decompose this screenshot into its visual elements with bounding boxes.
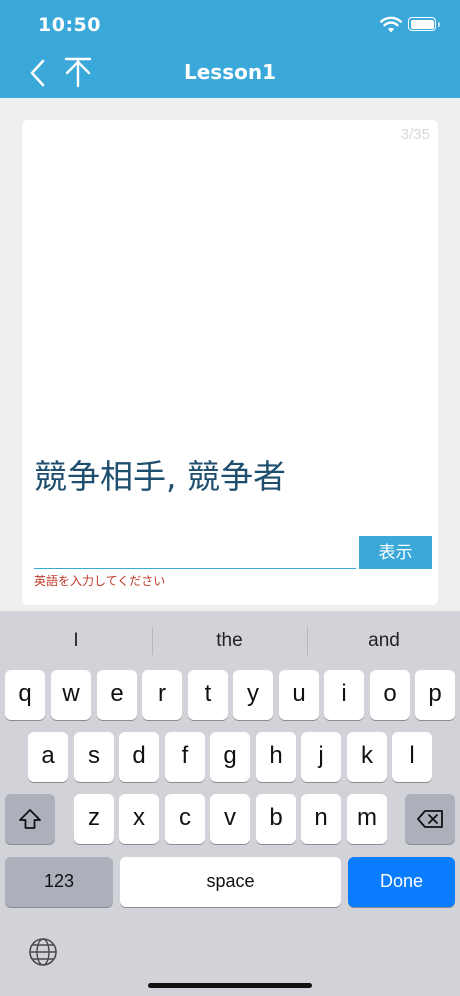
battery-icon — [408, 17, 440, 31]
wifi-icon — [380, 16, 402, 33]
home-indicator — [148, 983, 312, 988]
key-k[interactable]: k — [347, 732, 387, 782]
flashcard: 3/35 競争相手, 競争者 表示 英語を入力してください — [22, 120, 438, 605]
keyboard: I the and q w e r t y u i o p a s d f g … — [0, 611, 460, 996]
key-y[interactable]: y — [233, 670, 273, 720]
key-l[interactable]: l — [392, 732, 432, 782]
key-f[interactable]: f — [165, 732, 205, 782]
suggestion-3[interactable]: and — [308, 625, 460, 657]
delete-key[interactable] — [405, 794, 455, 844]
backspace-icon — [417, 810, 443, 828]
shift-key[interactable] — [5, 794, 55, 844]
card-counter: 3/35 — [400, 126, 430, 143]
page-title: Lesson1 — [183, 60, 276, 84]
suggestion-2[interactable]: the — [153, 625, 306, 657]
suggestion-1[interactable]: I — [0, 625, 152, 657]
key-e[interactable]: e — [97, 670, 137, 720]
globe-icon[interactable] — [28, 937, 58, 967]
status-bar: 10:50 — [0, 14, 460, 38]
shift-icon — [19, 809, 41, 829]
show-answer-button[interactable]: 表示 — [359, 536, 432, 569]
key-w[interactable]: w — [51, 670, 91, 720]
key-j[interactable]: j — [301, 732, 341, 782]
key-s[interactable]: s — [74, 732, 114, 782]
key-z[interactable]: z — [74, 794, 114, 844]
key-o[interactable]: o — [370, 670, 410, 720]
key-b[interactable]: b — [256, 794, 296, 844]
header-bar: 10:50 Lesson1 — [0, 0, 460, 98]
key-t[interactable]: t — [188, 670, 228, 720]
card-prompt: 競争相手, 競争者 — [34, 457, 286, 496]
input-hint: 英語を入力してください — [34, 574, 166, 588]
key-x[interactable]: x — [119, 794, 159, 844]
key-u[interactable]: u — [279, 670, 319, 720]
nav-bar: Lesson1 — [0, 52, 460, 94]
done-key[interactable]: Done — [348, 857, 455, 907]
key-q[interactable]: q — [5, 670, 45, 720]
key-r[interactable]: r — [142, 670, 182, 720]
key-m[interactable]: m — [347, 794, 387, 844]
answer-input[interactable] — [34, 536, 356, 569]
numbers-key[interactable]: 123 — [5, 857, 113, 907]
key-c[interactable]: c — [165, 794, 205, 844]
key-a[interactable]: a — [28, 732, 68, 782]
key-h[interactable]: h — [256, 732, 296, 782]
key-i[interactable]: i — [324, 670, 364, 720]
key-p[interactable]: p — [415, 670, 455, 720]
key-d[interactable]: d — [119, 732, 159, 782]
key-g[interactable]: g — [210, 732, 250, 782]
key-v[interactable]: v — [210, 794, 250, 844]
status-time: 10:50 — [38, 14, 101, 36]
key-n[interactable]: n — [301, 794, 341, 844]
space-key[interactable]: space — [120, 857, 341, 907]
